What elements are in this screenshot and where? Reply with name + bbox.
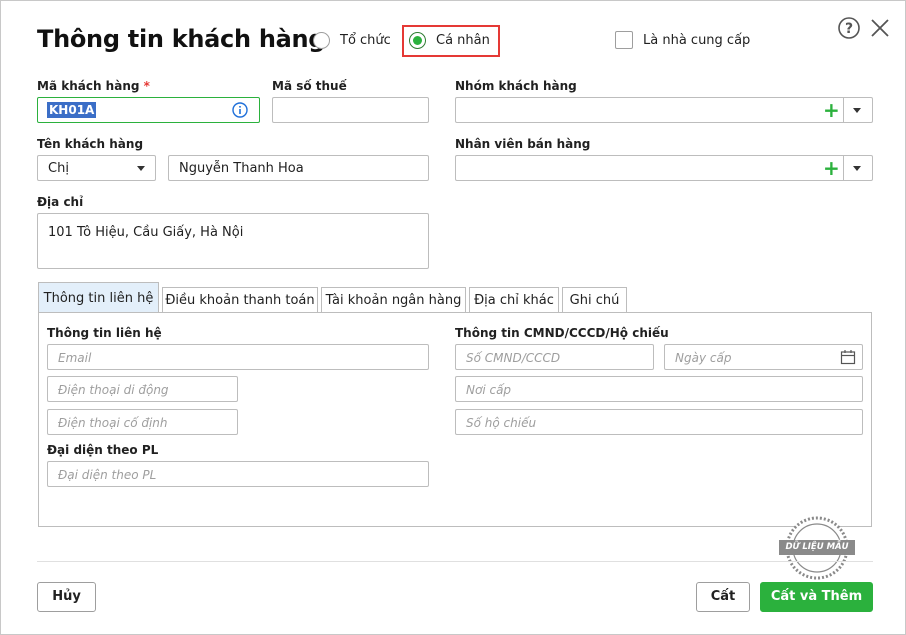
mobile-phone-placeholder: Điện thoại di động xyxy=(58,383,169,397)
sample-data-stamp-text: DỮ LIỆU MẪU xyxy=(785,542,849,552)
add-staff-icon[interactable]: + xyxy=(823,158,840,178)
chevron-down-icon[interactable] xyxy=(853,166,861,171)
legal-rep-input[interactable]: Đại diện theo PL xyxy=(47,461,429,487)
required-mark: * xyxy=(143,79,150,93)
sales-staff-label: Nhân viên bán hàng xyxy=(455,137,591,151)
tab-other-addresses[interactable]: Địa chỉ khác xyxy=(469,287,559,313)
chevron-down-icon[interactable] xyxy=(853,108,861,113)
customer-group-label: Nhóm khách hàng xyxy=(455,79,577,93)
legal-rep-placeholder: Đại diện theo PL xyxy=(58,468,157,482)
customer-code-label: Mã khách hàng * xyxy=(37,79,150,93)
save-and-add-button[interactable]: Cất và Thêm xyxy=(760,582,873,612)
supplier-checkbox-box[interactable] xyxy=(615,31,633,49)
tab-bank-accounts[interactable]: Tài khoản ngân hàng xyxy=(321,287,466,313)
identity-section-title: Thông tin CMND/CCCD/Hộ chiếu xyxy=(455,326,669,340)
select-separator xyxy=(843,98,844,122)
supplier-checkbox-label: Là nhà cung cấp xyxy=(643,33,751,48)
contact-section-title: Thông tin liên hệ xyxy=(47,326,162,340)
customer-dialog: Thông tin khách hàng Tổ chức Cá nhân Là … xyxy=(0,0,906,635)
close-icon[interactable] xyxy=(870,18,890,38)
salutation-select[interactable]: Chị xyxy=(37,155,156,181)
issue-place-input[interactable]: Nơi cấp xyxy=(455,376,863,402)
customer-name-value: Nguyễn Thanh Hoa xyxy=(179,161,304,176)
issue-place-placeholder: Nơi cấp xyxy=(466,383,512,397)
customer-group-select[interactable]: + xyxy=(455,97,873,123)
radio-individual[interactable]: Cá nhân xyxy=(409,32,493,52)
salutation-value: Chị xyxy=(48,161,69,176)
sales-staff-select[interactable]: + xyxy=(455,155,873,181)
customer-name-label: Tên khách hàng xyxy=(37,137,144,151)
tab-payment-terms[interactable]: Điều khoản thanh toán xyxy=(162,287,318,313)
calendar-icon[interactable] xyxy=(840,349,856,365)
passport-placeholder: Số hộ chiếu xyxy=(466,416,537,430)
landline-phone-input[interactable]: Điện thoại cố định xyxy=(47,409,238,435)
footer-divider xyxy=(37,561,873,562)
add-group-icon[interactable]: + xyxy=(823,100,840,120)
email-placeholder: Email xyxy=(58,351,92,365)
email-input[interactable]: Email xyxy=(47,344,429,370)
customer-code-value: KH01A xyxy=(47,102,97,118)
cancel-button[interactable]: Hủy xyxy=(37,582,96,612)
radio-individual-label: Cá nhân xyxy=(436,33,490,48)
radio-individual-circle[interactable] xyxy=(409,32,426,49)
radio-organization-circle[interactable] xyxy=(313,32,330,49)
landline-phone-placeholder: Điện thoại cố định xyxy=(58,416,168,430)
tax-code-input[interactable] xyxy=(272,97,429,123)
passport-input[interactable]: Số hộ chiếu xyxy=(455,409,863,435)
save-button[interactable]: Cất xyxy=(696,582,750,612)
help-icon[interactable]: ? xyxy=(838,17,860,39)
tab-contact-info[interactable]: Thông tin liên hệ xyxy=(38,282,159,314)
customer-code-input[interactable]: KH01A xyxy=(37,97,260,123)
address-textarea[interactable]: 101 Tô Hiệu, Cầu Giấy, Hà Nội xyxy=(37,213,429,269)
id-number-input[interactable]: Số CMND/CCCD xyxy=(455,344,654,370)
radio-organization-label: Tổ chức xyxy=(340,33,391,48)
select-separator xyxy=(843,156,844,180)
chevron-down-icon[interactable] xyxy=(137,166,145,171)
legal-rep-title: Đại diện theo PL xyxy=(47,443,159,457)
issue-date-input[interactable]: Ngày cấp xyxy=(664,344,863,370)
address-value: 101 Tô Hiệu, Cầu Giấy, Hà Nội xyxy=(48,225,244,240)
mobile-phone-input[interactable]: Điện thoại di động xyxy=(47,376,238,402)
svg-text:?: ? xyxy=(845,21,853,37)
address-label: Địa chỉ xyxy=(37,195,84,209)
id-number-placeholder: Số CMND/CCCD xyxy=(466,351,561,365)
issue-date-placeholder: Ngày cấp xyxy=(675,351,732,365)
tax-code-label: Mã số thuế xyxy=(272,79,347,93)
dialog-title: Thông tin khách hàng xyxy=(37,25,326,53)
supplier-checkbox[interactable]: Là nhà cung cấp xyxy=(615,31,755,51)
sample-data-stamp: DỮ LIỆU MẪU xyxy=(779,515,855,581)
tab-notes[interactable]: Ghi chú xyxy=(562,287,627,313)
customer-name-input[interactable]: Nguyễn Thanh Hoa xyxy=(168,155,429,181)
info-icon[interactable] xyxy=(232,102,248,118)
radio-organization[interactable]: Tổ chức xyxy=(313,32,393,52)
